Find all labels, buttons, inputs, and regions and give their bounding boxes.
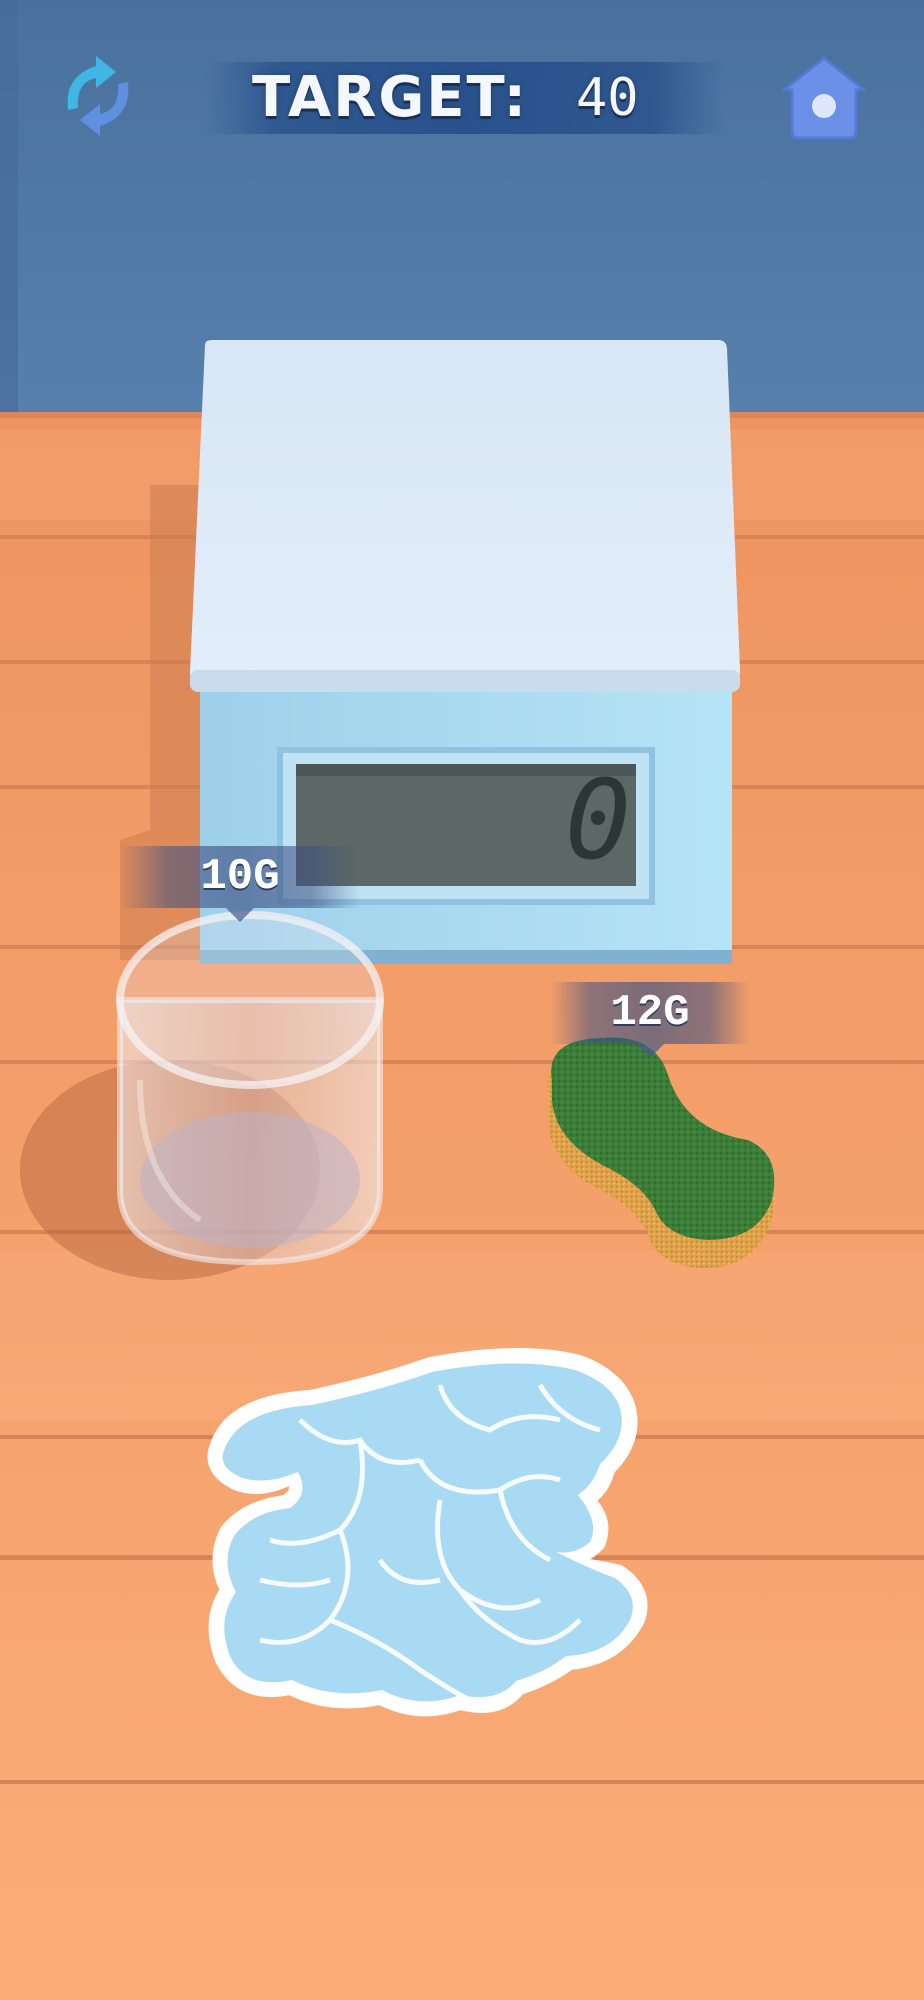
sponge-hitarea[interactable] <box>540 1035 785 1270</box>
restart-icon[interactable] <box>50 48 146 144</box>
scale-display-value: 0 <box>564 756 632 884</box>
target-value: 40 <box>576 68 639 128</box>
glass-cup-hitarea[interactable] <box>118 912 382 1264</box>
home-icon <box>782 56 866 140</box>
target-label: TARGET: <box>252 65 529 130</box>
home-button[interactable] <box>776 48 872 144</box>
cup-weight-label: 10G <box>120 846 360 922</box>
ice-puddle <box>207 1347 648 1717</box>
refresh-arrows-icon <box>67 56 129 136</box>
